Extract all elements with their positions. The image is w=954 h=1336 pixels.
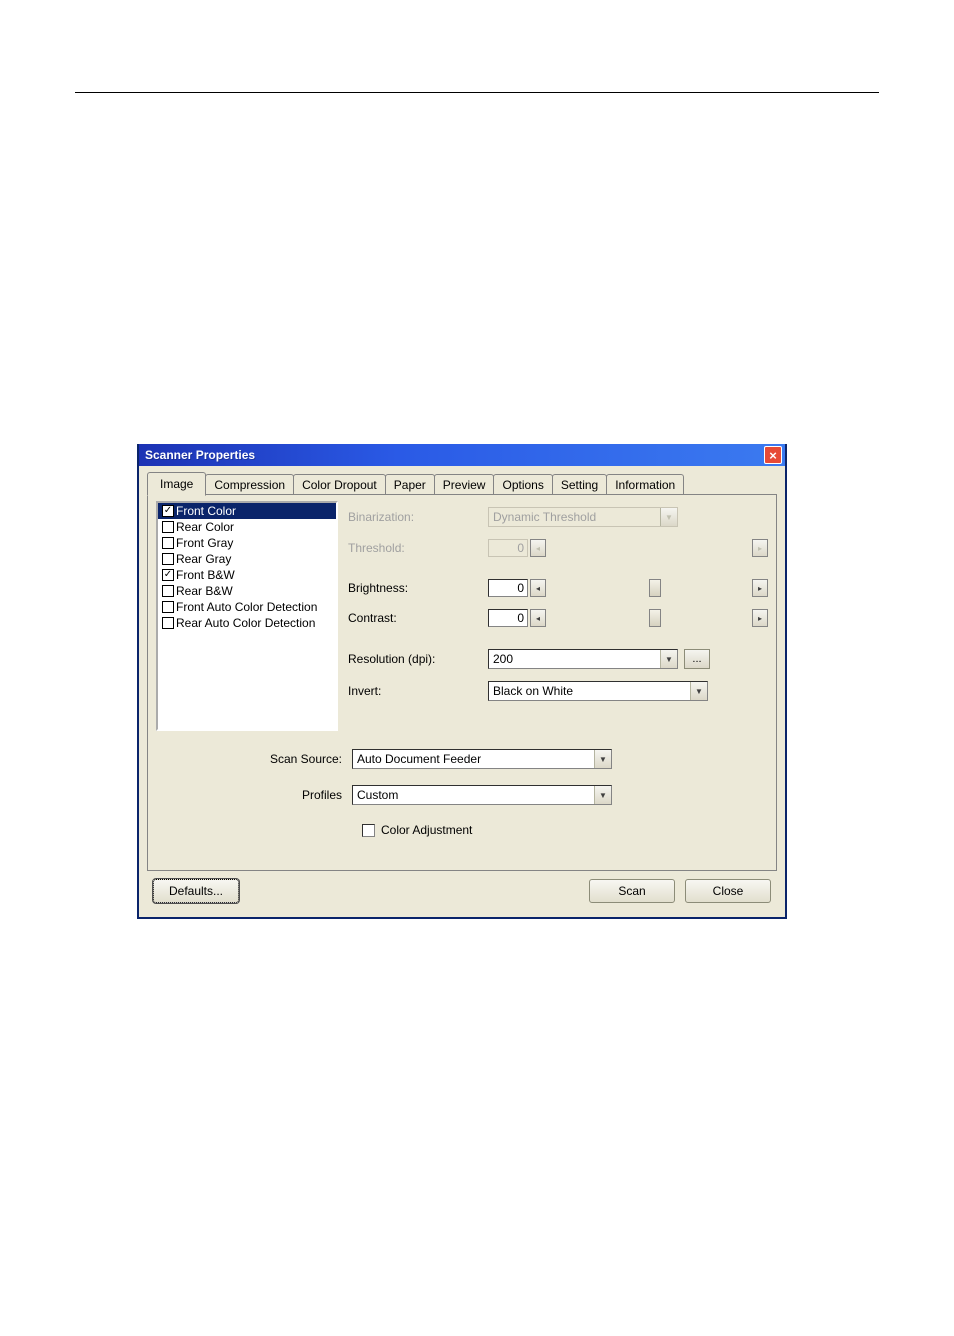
resolution-dropdown[interactable]: 200 ▼	[488, 649, 678, 669]
binarization-label: Binarization:	[348, 510, 488, 524]
checkbox-icon[interactable]	[162, 537, 174, 549]
dropdown-value: Black on White	[489, 684, 690, 698]
list-item-label: Front Auto Color Detection	[176, 600, 317, 614]
list-item-label: Front B&W	[176, 568, 235, 582]
dialog-button-row: Defaults... Scan Close	[147, 871, 777, 909]
list-item-rear-auto-color[interactable]: Rear Auto Color Detection	[158, 615, 336, 631]
resolution-more-button[interactable]: ...	[684, 649, 710, 669]
threshold-slider	[546, 540, 752, 556]
contrast-label: Contrast:	[348, 611, 488, 625]
contrast-slider[interactable]	[546, 610, 752, 626]
tab-information[interactable]: Information	[606, 474, 684, 495]
list-item-label: Rear Color	[176, 520, 234, 534]
list-item-label: Rear Gray	[176, 552, 231, 566]
tab-color-dropout[interactable]: Color Dropout	[293, 474, 386, 495]
brightness-slider[interactable]	[546, 580, 752, 596]
profiles-label: Profiles	[156, 788, 352, 802]
list-item-rear-color[interactable]: Rear Color	[158, 519, 336, 535]
list-item-label: Rear Auto Color Detection	[176, 616, 315, 630]
checkbox-icon[interactable]	[362, 824, 375, 837]
list-item-front-bw[interactable]: ✓ Front B&W	[158, 567, 336, 583]
image-selection-list[interactable]: ✓ Front Color Rear Color Front Gray	[156, 501, 338, 731]
list-item-label: Front Color	[176, 504, 236, 518]
list-item-rear-bw[interactable]: Rear B&W	[158, 583, 336, 599]
list-item-label: Rear B&W	[176, 584, 233, 598]
slider-left-icon: ◂	[530, 539, 546, 557]
page-divider	[75, 92, 879, 93]
checkbox-icon[interactable]	[162, 601, 174, 613]
slider-left-icon[interactable]: ◂	[530, 609, 546, 627]
chevron-down-icon[interactable]: ▼	[690, 682, 707, 700]
tab-setting[interactable]: Setting	[552, 474, 607, 495]
slider-right-icon: ▸	[752, 539, 768, 557]
chevron-down-icon[interactable]: ▼	[594, 786, 611, 804]
invert-dropdown[interactable]: Black on White ▼	[488, 681, 708, 701]
brightness-label: Brightness:	[348, 581, 488, 595]
binarization-dropdown: Dynamic Threshold ▼	[488, 507, 678, 527]
tab-panel-image: ✓ Front Color Rear Color Front Gray	[147, 494, 777, 871]
invert-label: Invert:	[348, 684, 488, 698]
checkbox-icon[interactable]	[162, 521, 174, 533]
dropdown-value: Auto Document Feeder	[353, 752, 594, 766]
dialog-title: Scanner Properties	[145, 448, 255, 462]
dropdown-value: Custom	[353, 788, 594, 802]
threshold-value: 0	[488, 539, 528, 557]
scan-button[interactable]: Scan	[589, 879, 675, 903]
tab-compression[interactable]: Compression	[205, 474, 294, 495]
tab-options[interactable]: Options	[493, 474, 552, 495]
color-adjustment-label: Color Adjustment	[381, 823, 472, 837]
resolution-label: Resolution (dpi):	[348, 652, 488, 666]
defaults-button[interactable]: Defaults...	[153, 879, 239, 903]
profiles-dropdown[interactable]: Custom ▼	[352, 785, 612, 805]
list-item-label: Front Gray	[176, 536, 233, 550]
checkbox-icon[interactable]	[162, 585, 174, 597]
checkbox-icon[interactable]	[162, 553, 174, 565]
scanner-properties-dialog: Scanner Properties × Image Compression C…	[137, 444, 787, 919]
slider-right-icon[interactable]: ▸	[752, 609, 768, 627]
close-button[interactable]: Close	[685, 879, 771, 903]
list-item-front-color[interactable]: ✓ Front Color	[158, 503, 336, 519]
color-adjustment-checkbox[interactable]: Color Adjustment	[362, 823, 472, 837]
tab-image[interactable]: Image	[147, 472, 206, 496]
checkbox-icon[interactable]: ✓	[162, 505, 174, 517]
tab-preview[interactable]: Preview	[434, 474, 495, 495]
titlebar: Scanner Properties ×	[139, 444, 785, 466]
slider-right-icon[interactable]: ▸	[752, 579, 768, 597]
chevron-down-icon[interactable]: ▼	[660, 650, 677, 668]
list-item-front-auto-color[interactable]: Front Auto Color Detection	[158, 599, 336, 615]
scan-source-dropdown[interactable]: Auto Document Feeder ▼	[352, 749, 612, 769]
slider-left-icon[interactable]: ◂	[530, 579, 546, 597]
list-item-front-gray[interactable]: Front Gray	[158, 535, 336, 551]
contrast-value[interactable]: 0	[488, 609, 528, 627]
tab-strip: Image Compression Color Dropout Paper Pr…	[147, 472, 777, 495]
dropdown-value: Dynamic Threshold	[489, 510, 660, 524]
close-icon[interactable]: ×	[764, 446, 782, 464]
chevron-down-icon: ▼	[660, 508, 677, 526]
brightness-value[interactable]: 0	[488, 579, 528, 597]
threshold-label: Threshold:	[348, 541, 488, 555]
tab-paper[interactable]: Paper	[385, 474, 435, 495]
checkbox-icon[interactable]	[162, 617, 174, 629]
dropdown-value: 200	[489, 652, 660, 666]
chevron-down-icon[interactable]: ▼	[594, 750, 611, 768]
scan-source-label: Scan Source:	[156, 752, 352, 766]
checkbox-icon[interactable]: ✓	[162, 569, 174, 581]
list-item-rear-gray[interactable]: Rear Gray	[158, 551, 336, 567]
